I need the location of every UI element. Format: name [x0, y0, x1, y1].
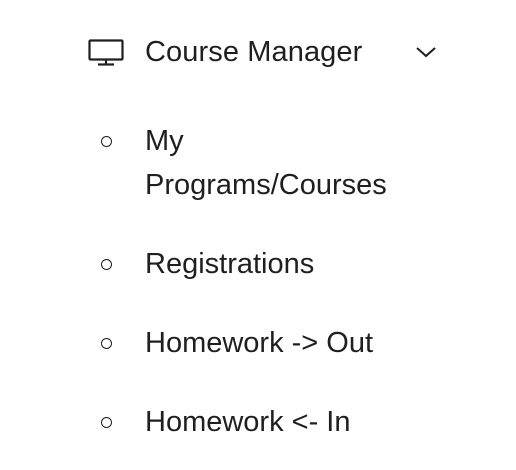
course-manager-submenu: My Programs/Courses Registrations Homewo… — [0, 0, 516, 470]
circle-bullet-icon — [101, 259, 112, 270]
circle-bullet-icon — [101, 136, 112, 147]
submenu-item-label: Registrations — [145, 248, 315, 280]
circle-bullet-icon — [101, 338, 112, 349]
submenu-item-label: My Programs/Courses — [145, 125, 387, 201]
submenu-item-label: Homework <- In — [145, 406, 351, 438]
circle-bullet-icon — [101, 417, 112, 428]
submenu-item-label: Homework -> Out — [145, 327, 374, 359]
